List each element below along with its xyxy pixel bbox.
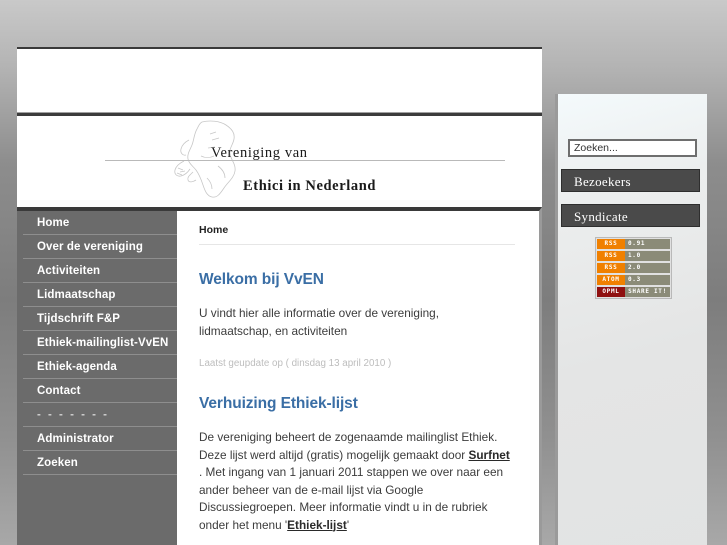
article-verhuizing: Verhuizing Ethiek-lijst De vereniging be…: [199, 369, 515, 545]
syndicate-badge-rss[interactable]: RSS 1.0: [597, 251, 670, 261]
nav-item-8[interactable]: - - - - - - -: [23, 403, 177, 427]
article-body: U vindt hier alle informatie over de ver…: [199, 305, 515, 340]
syndicate-badge-rss[interactable]: RSS 2.0: [597, 263, 670, 273]
right-sidebar: Bezoekers Syndicate RSS0.91RSS1.0RSS2.0A…: [555, 94, 707, 545]
badge-kind: ATOM: [597, 275, 625, 285]
site-logo-band: Vereniging van Ethici in Nederland: [17, 113, 542, 207]
nav-item-10[interactable]: Zoeken: [23, 451, 177, 475]
badge-value: 1.0: [625, 251, 670, 261]
main-content: Home Welkom bij VvEN U vindt hier alle i…: [177, 207, 542, 545]
article-title: Welkom bij VvEN: [199, 271, 324, 288]
nav-item-label: Tijdschrift F&P: [37, 313, 121, 325]
nav-item-label: Administrator: [37, 433, 114, 445]
panel-header-syndicate[interactable]: Syndicate: [561, 204, 700, 227]
nav-list: Home Over de vereniging Activiteiten Lidmaa…: [23, 211, 177, 545]
syndicate-badge-rss[interactable]: RSS 0.91: [597, 239, 670, 249]
nav-item-7[interactable]: Contact: [23, 379, 177, 403]
article-text: U vindt hier alle informatie over de ver…: [199, 306, 439, 338]
search-box: [558, 94, 707, 157]
main-navigation: Home Over de vereniging Activiteiten Lidmaa…: [17, 207, 177, 545]
badge-kind: OPML: [597, 287, 625, 297]
nav-item-1[interactable]: Over de vereniging: [23, 235, 177, 259]
badge-value: 2.0: [625, 263, 670, 273]
badge-value: 0.3: [625, 275, 670, 285]
article-welkom: Welkom bij VvEN U vindt hier alle inform…: [199, 245, 515, 369]
syndicate-badge-list: RSS 0.91 RSS 1.0 RSS 2.0 ATOM 0.3 OPML SHARE IT!: [595, 237, 672, 299]
article-updated-meta: Laatst geupdate op ( dinsdag 13 april 20…: [199, 358, 392, 369]
nav-item-6[interactable]: Ethiek-agenda: [23, 355, 177, 379]
logo-line-1: Vereniging van: [211, 145, 308, 161]
article-title: Verhuizing Ethiek-lijst: [199, 395, 358, 412]
article-text: De vereniging beheert de zogenaamde mail…: [199, 430, 498, 462]
logo-line-2: Ethici in Nederland: [243, 178, 377, 194]
nav-item-label: Over de vereniging: [37, 241, 143, 253]
site-page: Vereniging van Ethici in Nederland Home O…: [17, 47, 707, 545]
search-input[interactable]: [568, 139, 697, 157]
nav-item-label: Zoeken: [37, 457, 78, 469]
nav-item-label: Lidmaatschap: [37, 289, 116, 301]
nav-item-4[interactable]: Tijdschrift F&P: [23, 307, 177, 331]
nav-item-label: Home: [37, 217, 70, 229]
article-body: De vereniging beheert de zogenaamde mail…: [199, 429, 515, 534]
panel-header-bezoekers[interactable]: Bezoekers: [561, 169, 700, 192]
syndicate-badge-opml[interactable]: OPML SHARE IT!: [597, 287, 670, 297]
article-text: . Met ingang van 1 januari 2011 stappen …: [199, 465, 504, 532]
badge-kind: RSS: [597, 251, 625, 261]
nav-item-3[interactable]: Lidmaatschap: [23, 283, 177, 307]
nav-item-9[interactable]: Administrator: [23, 427, 177, 451]
badge-kind: RSS: [597, 239, 625, 249]
nav-item-label: Ethiek-mailinglist-VvEN: [37, 337, 169, 349]
ethiek-lijst-link[interactable]: Ethiek-lijst: [287, 518, 347, 532]
article-text: ': [346, 517, 350, 532]
nav-item-2[interactable]: Activiteiten: [23, 259, 177, 283]
nav-item-0[interactable]: Home: [23, 211, 177, 235]
breadcrumb: Home: [199, 211, 515, 245]
badge-value: 0.91: [625, 239, 670, 249]
syndicate-badge-atom[interactable]: ATOM 0.3: [597, 275, 670, 285]
badge-kind: RSS: [597, 263, 625, 273]
badge-value: SHARE IT!: [625, 287, 670, 297]
nav-item-label: - - - - - - -: [37, 409, 109, 421]
header-banner: [17, 47, 542, 112]
surfnet-link[interactable]: Surfnet: [468, 448, 509, 462]
nav-item-5[interactable]: Ethiek-mailinglist-VvEN: [23, 331, 177, 355]
nav-item-label: Ethiek-agenda: [37, 361, 117, 373]
nav-item-label: Contact: [37, 385, 81, 397]
nav-item-label: Activiteiten: [37, 265, 101, 277]
